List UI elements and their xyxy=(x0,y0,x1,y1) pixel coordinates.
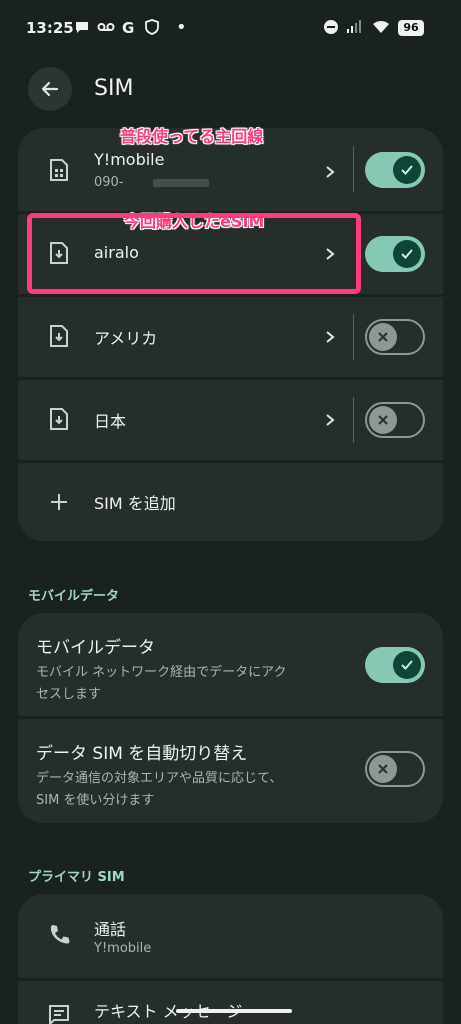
mobile-data-row[interactable]: モバイルデータ モバイル ネットワーク経由でデータにアク セスします xyxy=(18,613,443,716)
auto-switch-subtitle-1: データ通信の対象エリアや品質に応じて、 xyxy=(36,771,283,786)
annotation-main-line: 普段使ってる主回線 xyxy=(120,127,264,146)
check-icon xyxy=(401,165,413,175)
message-icon xyxy=(49,1005,69,1024)
divider xyxy=(353,146,354,192)
toggle-knob xyxy=(369,323,397,351)
phone-icon xyxy=(50,925,70,944)
sim-name: アメリカ xyxy=(94,329,158,348)
calls-title: 通話 xyxy=(94,920,127,939)
redacted-number xyxy=(153,179,209,187)
sim-name: Y!mobile xyxy=(94,150,165,169)
check-icon xyxy=(401,249,413,259)
status-bar: 13:25 G • 96 xyxy=(0,0,461,56)
sim-name: 日本 xyxy=(94,412,127,431)
mobile-data-card: モバイルデータ モバイル ネットワーク経由でデータにアク セスします データ S… xyxy=(18,613,443,823)
toggle-knob xyxy=(369,755,397,783)
toggle-knob xyxy=(369,406,397,434)
primary-sim-card: 通話 Y!mobile テキスト メッセージ xyxy=(18,894,443,1024)
close-icon xyxy=(378,332,388,342)
chevron-right-icon xyxy=(326,166,335,178)
battery-indicator: 96 xyxy=(398,20,424,36)
esim-download-icon xyxy=(50,325,68,347)
shield-icon xyxy=(144,19,160,37)
mobile-data-toggle[interactable] xyxy=(365,647,425,683)
close-icon xyxy=(378,415,388,425)
plus-icon xyxy=(51,494,67,510)
sim-toggle-airalo[interactable] xyxy=(365,236,425,272)
add-sim-row[interactable]: SIM を追加 xyxy=(18,463,443,541)
do-not-disturb-icon xyxy=(323,19,339,37)
auto-switch-title: データ SIM を自動切り替え xyxy=(36,744,248,764)
notification-dot-icon: • xyxy=(176,17,187,38)
cell-signal-icon xyxy=(346,19,362,37)
sim-card-icon xyxy=(50,159,68,181)
annotation-highlight-box xyxy=(27,213,361,294)
mobile-data-subtitle-1: モバイル ネットワーク経由でデータにアク xyxy=(36,665,287,680)
sim-toggle-japan[interactable] xyxy=(365,402,425,438)
mobile-data-title: モバイルデータ xyxy=(36,638,155,658)
sim-number: 090- xyxy=(94,175,124,190)
back-button[interactable] xyxy=(28,67,72,111)
auto-switch-row[interactable]: データ SIM を自動切り替え データ通信の対象エリアや品質に応じて、 SIM … xyxy=(18,719,443,823)
arrow-back-icon xyxy=(41,81,59,97)
add-sim-label: SIM を追加 xyxy=(94,494,176,513)
sim-toggle-ymobile[interactable] xyxy=(365,152,425,188)
section-header-primary-sim: プライマリ SIM xyxy=(28,870,125,885)
voicemail-icon xyxy=(97,19,115,37)
section-header-mobile-data: モバイルデータ xyxy=(28,589,120,604)
google-icon: G xyxy=(122,19,135,37)
sim-list-card: Y!mobile 090- airalo アメリカ 日本 SIM を追加 xyxy=(18,128,443,541)
sim-toggle-america[interactable] xyxy=(365,319,425,355)
close-icon xyxy=(378,764,388,774)
page-title: SIM xyxy=(94,76,134,101)
toggle-knob xyxy=(393,240,421,268)
chevron-right-icon xyxy=(326,331,335,343)
divider xyxy=(353,314,354,360)
text-messages-row[interactable]: テキスト メッセージ xyxy=(18,981,443,1024)
mobile-data-subtitle-2: セスします xyxy=(36,687,102,702)
status-time: 13:25 xyxy=(26,19,74,37)
sim-row-japan[interactable]: 日本 xyxy=(18,380,443,460)
check-icon xyxy=(401,660,413,670)
auto-switch-subtitle-2: SIM を使い分けます xyxy=(36,793,155,808)
calls-subtitle: Y!mobile xyxy=(94,941,152,956)
divider xyxy=(353,397,354,443)
calls-row[interactable]: 通話 Y!mobile xyxy=(18,894,443,978)
chat-bubble-icon xyxy=(74,19,90,37)
sim-row-america[interactable]: アメリカ xyxy=(18,297,443,377)
esim-download-icon xyxy=(50,408,68,430)
wifi-icon xyxy=(372,19,390,37)
chevron-right-icon xyxy=(326,414,335,426)
toggle-knob xyxy=(393,651,421,679)
annotation-strike-line xyxy=(176,1009,292,1013)
auto-switch-toggle[interactable] xyxy=(365,751,425,787)
toggle-knob xyxy=(393,156,421,184)
